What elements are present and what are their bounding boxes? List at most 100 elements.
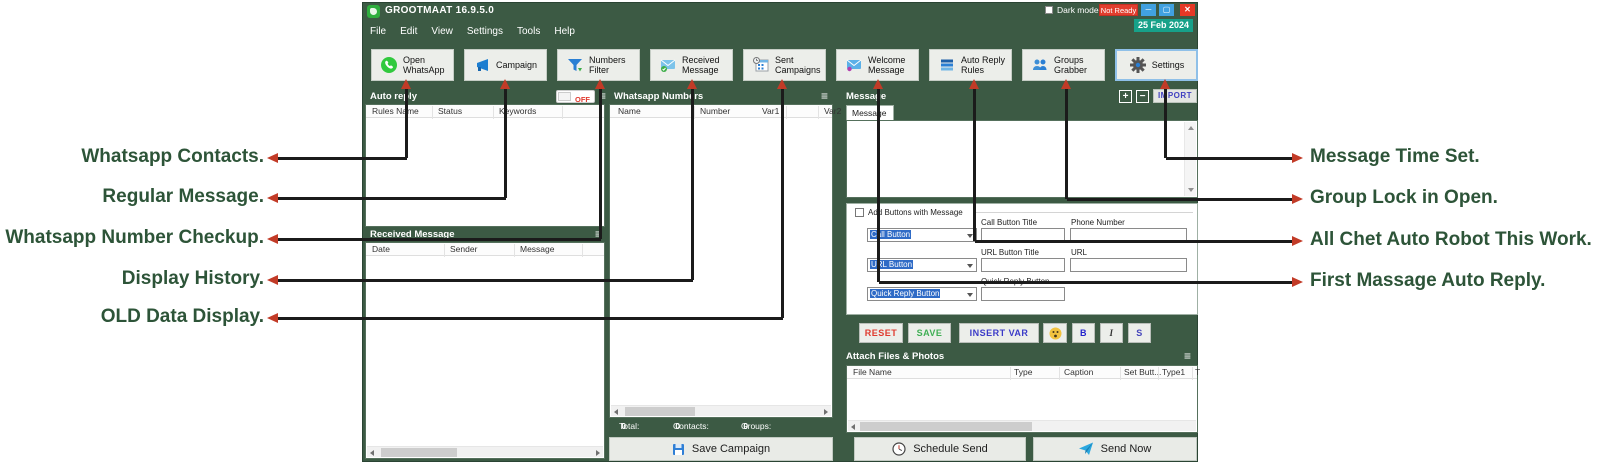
save-campaign-label: Save Campaign — [692, 443, 770, 455]
reset-button[interactable]: RESET — [859, 323, 903, 343]
column-header: Type — [1014, 367, 1032, 377]
remove-message-button[interactable]: − — [1136, 90, 1149, 103]
add-buttons-checkbox[interactable]: Add Buttons with Message — [855, 208, 963, 217]
emoji-button[interactable] — [1043, 323, 1067, 343]
close-button[interactable]: ✕ — [1180, 4, 1195, 16]
insert-var-button[interactable]: INSERT VAR — [959, 323, 1039, 343]
checkbox-icon[interactable] — [855, 208, 864, 217]
menu-file[interactable]: File — [370, 26, 386, 37]
scroll-right-icon[interactable] — [596, 450, 600, 456]
quick-reply-input[interactable] — [981, 287, 1065, 301]
welcome-message-button[interactable]: Welcome Message — [836, 49, 919, 81]
scrollbar-thumb[interactable] — [860, 422, 1032, 431]
column-header: T — [1195, 367, 1200, 377]
bold-button[interactable]: B — [1072, 323, 1095, 343]
menu-edit[interactable]: Edit — [400, 26, 417, 37]
toolbar-label: Open WhatsApp — [403, 55, 451, 76]
annotation-label-left-3: Display History. — [0, 268, 264, 290]
url-button-dropdown[interactable]: URL Button — [867, 258, 977, 272]
phone-number-input[interactable] — [1070, 228, 1187, 242]
status-badge[interactable]: Not Ready — [1099, 4, 1138, 16]
import-button[interactable]: IMPORT — [1153, 89, 1197, 103]
campaign-button[interactable]: Campaign — [464, 49, 547, 81]
menu-settings[interactable]: Settings — [467, 26, 503, 37]
send-now-button[interactable]: Send Now — [1033, 437, 1197, 461]
auto-reply-rules-button[interactable]: Auto Reply Rules — [929, 49, 1012, 81]
url-input[interactable] — [1070, 258, 1187, 272]
message-textarea[interactable] — [846, 120, 1198, 198]
toolbar-label: Received Message — [682, 55, 730, 76]
italic-button[interactable]: I — [1100, 323, 1123, 343]
menu-view[interactable]: View — [431, 26, 453, 37]
received-header: Received Message ≡ — [365, 227, 605, 242]
scroll-down-icon[interactable] — [1188, 188, 1194, 192]
horizontal-scrollbar[interactable] — [848, 420, 1196, 431]
arrow-right-icon — [1292, 277, 1303, 287]
arrow-right-icon — [1292, 153, 1303, 163]
panel-title: Auto reply — [370, 91, 417, 102]
url-title-input[interactable] — [981, 258, 1065, 272]
checkbox-icon[interactable] — [1045, 6, 1053, 14]
scrollbar-thumb[interactable] — [381, 448, 457, 457]
scroll-up-icon[interactable] — [1188, 126, 1194, 130]
menu-help[interactable]: Help — [554, 26, 575, 37]
annotation-label-right-1: Group Lock in Open. — [1310, 187, 1498, 209]
dark-mode-checkbox[interactable]: Dark mode — [1045, 5, 1099, 15]
horizontal-scrollbar[interactable] — [611, 405, 831, 416]
toolbar-label: Campaign — [496, 60, 537, 70]
groups-label: Groups: — [741, 421, 771, 431]
menu-tools[interactable]: Tools — [517, 26, 540, 37]
open-whatsapp-button[interactable]: Open WhatsApp — [371, 49, 454, 81]
horizontal-scrollbar[interactable] — [367, 446, 603, 457]
call-button-dropdown[interactable]: Call Button — [867, 228, 977, 242]
add-message-button[interactable]: + — [1119, 90, 1132, 103]
scroll-left-icon[interactable] — [370, 450, 374, 456]
attach-files-table: File Name Type Caption Set Butt... Type1… — [846, 365, 1198, 433]
call-title-label: Call Button Title — [981, 218, 1037, 227]
dropdown-value: URL Button — [870, 260, 913, 269]
save-button[interactable]: SAVE — [908, 323, 951, 343]
scrollbar-thumb[interactable] — [625, 407, 695, 416]
emoji-face-icon — [1049, 327, 1062, 340]
received-message-panel: Received Message ≡ Date Sender Message — [365, 227, 605, 459]
received-message-button[interactable]: Received Message — [650, 49, 733, 81]
filter-icon — [566, 56, 584, 74]
toolbar-label: Numbers Filter — [589, 55, 637, 76]
menu-bar: File Edit View Settings Tools Help — [370, 26, 575, 37]
settings-button[interactable]: Settings — [1115, 49, 1198, 81]
hamburger-menu-icon[interactable]: ≡ — [599, 90, 606, 103]
gear-icon — [1129, 56, 1147, 74]
scroll-left-icon[interactable] — [851, 424, 855, 430]
scroll-left-icon[interactable] — [614, 409, 618, 415]
received-envelope-icon — [659, 56, 677, 74]
arrow-left-icon — [267, 275, 278, 285]
quick-reply-dropdown[interactable]: Quick Reply Button — [867, 287, 977, 301]
chevron-down-icon — [967, 264, 973, 268]
received-table: Date Sender Message — [365, 242, 605, 459]
auto-reply-toggle[interactable]: OFF — [556, 90, 595, 103]
hamburger-menu-icon[interactable]: ≡ — [1184, 350, 1191, 363]
groups-people-icon — [1031, 56, 1049, 74]
hamburger-menu-icon[interactable]: ≡ — [821, 90, 828, 103]
arrow-right-icon — [1292, 194, 1303, 204]
quick-reply-label: Quick Reply Button — [981, 277, 1049, 286]
attach-files-header: Attach Files & Photos ≡ — [841, 349, 1199, 364]
table-header-row: File Name Type Caption Set Butt... Type1… — [847, 366, 1197, 379]
annotation-label-left-1: Regular Message. — [0, 186, 264, 208]
sent-campaigns-button[interactable]: Sent Campaigns — [743, 49, 826, 81]
app-logo-icon — [367, 5, 380, 18]
app-window: GROOTMAAT 16.9.5.0 Dark mode Not Ready ─… — [362, 2, 1198, 462]
save-campaign-button[interactable]: Save Campaign — [609, 437, 833, 461]
hamburger-menu-icon[interactable]: ≡ — [595, 228, 602, 241]
message-tab[interactable]: Message — [846, 105, 894, 120]
numbers-filter-button[interactable]: Numbers Filter — [557, 49, 640, 81]
vertical-scrollbar[interactable] — [1184, 122, 1196, 196]
scroll-right-icon[interactable] — [824, 409, 828, 415]
minimize-button[interactable]: ─ — [1141, 4, 1156, 16]
schedule-send-button[interactable]: Schedule Send — [854, 437, 1026, 461]
groups-grabber-button[interactable]: Groups Grabber — [1022, 49, 1105, 81]
call-title-input[interactable] — [981, 228, 1065, 242]
strikethrough-button[interactable]: S — [1128, 323, 1151, 343]
dropdown-value: Quick Reply Button — [870, 289, 940, 298]
maximize-button[interactable]: ▢ — [1159, 4, 1174, 16]
